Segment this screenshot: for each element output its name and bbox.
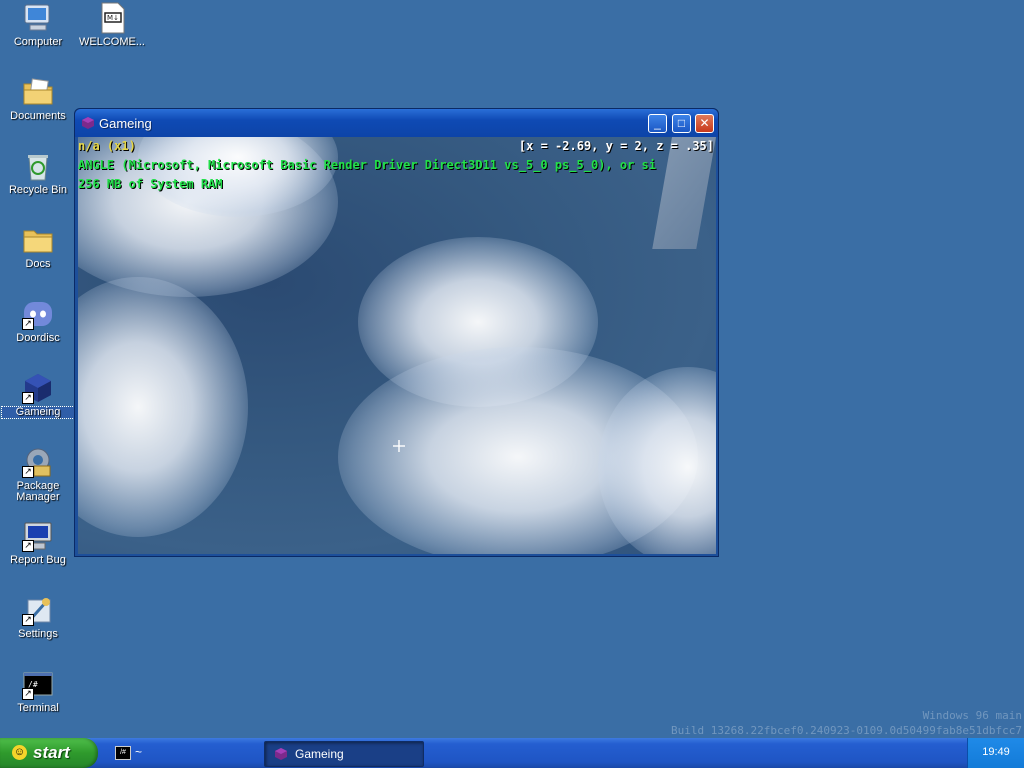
- documents-folder-icon: [22, 76, 54, 108]
- desktop-icon-label: Gameing: [1, 406, 75, 419]
- system-tray: 19:49: [967, 738, 1024, 768]
- desktop-icon-label: Package Manager: [16, 480, 60, 503]
- terminal-icon: /#: [115, 746, 131, 760]
- game-viewport[interactable]: n/a (x1) [x = -2.69, y = 2, z = .35] ANG…: [78, 137, 716, 554]
- desktop-icon-terminal[interactable]: /# ↗ Terminal: [2, 668, 74, 714]
- shortcut-arrow-icon: ↗: [22, 466, 34, 478]
- report-bug-icon: ↗: [22, 520, 54, 552]
- desktop-icon-label: WELCOME...: [78, 36, 145, 48]
- desktop-icon-label: Report Bug: [10, 554, 66, 566]
- desktop-icon-computer[interactable]: Computer: [2, 2, 74, 48]
- taskbar-item-label: Gameing: [295, 747, 344, 761]
- settings-icon: ↗: [22, 594, 54, 626]
- gameing-window[interactable]: Gameing _ □ ✕ n/a (x1) [x = -2.69, y = 2…: [74, 108, 719, 557]
- folder-icon: [22, 224, 54, 256]
- build-watermark-line2: Build 13268.22fbcef0.240923-0109.0d50499…: [671, 724, 1022, 737]
- crosshair-icon: [393, 440, 405, 452]
- svg-text:M↓: M↓: [107, 14, 119, 22]
- gameing-cube-icon: [274, 747, 288, 761]
- build-watermark-line1: Windows 96 main: [922, 709, 1022, 722]
- clock[interactable]: 19:49: [968, 746, 1024, 758]
- markdown-file-icon: M↓: [96, 2, 128, 34]
- scene-panel: [652, 137, 716, 249]
- desktop-icon-documents[interactable]: Documents: [2, 76, 74, 122]
- taskbar-item-gameing[interactable]: Gameing: [264, 741, 424, 767]
- minimize-button[interactable]: _: [648, 114, 667, 133]
- desktop-icon-label: Documents: [10, 110, 66, 122]
- taskbar: ☺ start /# ~ Gameing 19:49: [0, 738, 1024, 768]
- hud-coordinates: [x = -2.69, y = 2, z = .35]: [518, 139, 714, 153]
- desktop-icon-label: Terminal: [17, 702, 59, 714]
- desktop-icon-label: Settings: [18, 628, 58, 640]
- desktop-icon-settings[interactable]: ↗ Settings: [2, 594, 74, 640]
- desktop-icon-report-bug[interactable]: ↗ Report Bug: [2, 520, 74, 566]
- gameing-cube-icon: ↗: [22, 372, 54, 404]
- shortcut-arrow-icon: ↗: [22, 614, 34, 626]
- recycle-bin-icon: [22, 150, 54, 182]
- desktop-icon-docs[interactable]: Docs: [2, 224, 74, 270]
- close-button[interactable]: ✕: [695, 114, 714, 133]
- desktop-icon-package-manager[interactable]: ↗ Package Manager: [2, 446, 74, 503]
- desktop-icon-doordisc[interactable]: ↗ Doordisc: [2, 298, 74, 344]
- start-button[interactable]: ☺ start: [0, 738, 98, 768]
- window-titlebar[interactable]: Gameing _ □ ✕: [75, 109, 718, 137]
- taskbar-item-label: ~: [135, 745, 143, 759]
- hud-memory: 256 MB of System RAM: [78, 177, 223, 191]
- terminal-icon: /# ↗: [22, 668, 54, 700]
- desktop-icon-label: Doordisc: [16, 332, 60, 344]
- package-manager-icon: ↗: [22, 446, 54, 478]
- hud-mode: n/a (x1): [78, 139, 136, 153]
- shortcut-arrow-icon: ↗: [22, 540, 34, 552]
- maximize-button[interactable]: □: [672, 114, 691, 133]
- gameing-cube-icon: [81, 116, 95, 130]
- window-title: Gameing: [99, 116, 152, 131]
- shortcut-arrow-icon: ↗: [22, 392, 34, 404]
- desktop-icon-label: Computer: [13, 36, 63, 48]
- desktop-icon-welcome[interactable]: M↓ WELCOME...: [76, 2, 148, 48]
- desktop-icon-label: Docs: [25, 258, 51, 270]
- shortcut-arrow-icon: ↗: [22, 688, 34, 700]
- cloud: [78, 277, 248, 537]
- shortcut-arrow-icon: ↗: [22, 318, 34, 330]
- desktop-icon-recycle-bin[interactable]: Recycle Bin: [2, 150, 74, 196]
- start-label: start: [33, 743, 70, 762]
- desktop-icon-label: Recycle Bin: [8, 184, 68, 196]
- desktop-icon-gameing[interactable]: ↗ Gameing: [1, 372, 75, 419]
- hud-renderer: ANGLE (Microsoft, Microsoft Basic Render…: [78, 158, 656, 172]
- smiley-icon: ☺: [12, 745, 27, 760]
- computer-icon: [22, 2, 54, 34]
- taskbar-item-terminal[interactable]: /# ~: [110, 743, 260, 763]
- doordisc-icon: ↗: [22, 298, 54, 330]
